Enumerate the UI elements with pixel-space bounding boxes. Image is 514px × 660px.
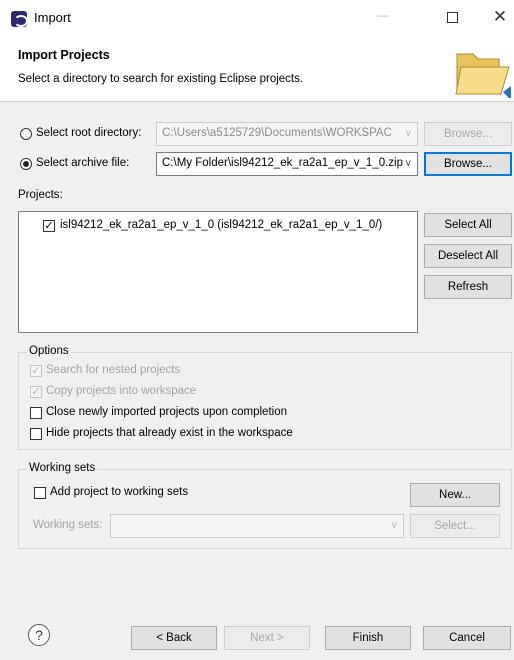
working-sets-combo: ∨ bbox=[110, 514, 404, 538]
wizard-header: Import Projects Select a directory to se… bbox=[0, 36, 514, 102]
root-directory-combo: C:\Users\a5125729\Documents\WORKSPAC ∨ bbox=[156, 122, 418, 146]
root-directory-label: Select root directory: bbox=[36, 127, 142, 139]
chevron-down-icon[interactable]: ∨ bbox=[405, 158, 412, 169]
chevron-down-icon: ∨ bbox=[404, 128, 412, 139]
deselect-all-button[interactable]: Deselect All bbox=[424, 244, 512, 268]
archive-file-radio[interactable] bbox=[20, 158, 32, 170]
folder-icon bbox=[455, 53, 511, 98]
select-all-button[interactable]: Select All bbox=[424, 213, 512, 237]
hide-existing-label: Hide projects that already exist in the … bbox=[46, 427, 293, 439]
search-nested-label: Search for nested projects bbox=[46, 364, 181, 376]
working-sets-legend: Working sets bbox=[27, 462, 98, 474]
archive-file-combo[interactable]: C:\My Folder\isl94212_ek_ra2a1_ep_v_1_0.… bbox=[156, 152, 418, 176]
new-working-set-button[interactable]: New... bbox=[410, 483, 500, 507]
close-imported-label: Close newly imported projects upon compl… bbox=[46, 406, 287, 418]
projects-label: Projects: bbox=[18, 189, 63, 201]
root-directory-value: C:\Users\a5125729\Documents\WORKSPAC bbox=[162, 127, 392, 139]
archive-file-value: C:\My Folder\isl94212_ek_ra2a1_ep_v_1_0.… bbox=[162, 157, 404, 169]
search-nested-checkbox: ✓ bbox=[30, 365, 42, 377]
options-legend: Options bbox=[27, 345, 71, 357]
finish-button[interactable]: Finish bbox=[325, 626, 411, 650]
close-button[interactable]: ✕ bbox=[490, 8, 510, 28]
hide-existing-checkbox[interactable] bbox=[30, 428, 42, 440]
archive-file-label: Select archive file: bbox=[36, 157, 130, 169]
window-title: Import bbox=[34, 10, 71, 25]
title-bar: Import — ✕ bbox=[0, 0, 514, 36]
help-icon[interactable]: ? bbox=[28, 624, 50, 646]
root-browse-button: Browse... bbox=[424, 122, 512, 146]
eclipse-app-icon bbox=[11, 11, 28, 27]
chevron-down-icon: ∨ bbox=[390, 520, 398, 531]
page-title: Import Projects bbox=[18, 48, 110, 62]
projects-list[interactable]: ✓ isl94212_ek_ra2a1_ep_v_1_0 (isl94212_e… bbox=[18, 211, 418, 333]
back-button[interactable]: < Back bbox=[131, 626, 217, 650]
maximize-button[interactable] bbox=[447, 12, 458, 23]
next-button: Next > bbox=[224, 626, 310, 650]
working-sets-field-label: Working sets: bbox=[33, 519, 103, 531]
add-to-working-sets-label: Add project to working sets bbox=[50, 486, 189, 498]
cancel-button[interactable]: Cancel bbox=[423, 626, 511, 650]
root-directory-radio[interactable] bbox=[20, 128, 32, 140]
add-to-working-sets-checkbox[interactable] bbox=[34, 487, 46, 499]
project-checkbox[interactable]: ✓ bbox=[43, 220, 55, 232]
refresh-button[interactable]: Refresh bbox=[424, 275, 512, 299]
project-label: isl94212_ek_ra2a1_ep_v_1_0 (isl94212_ek_… bbox=[60, 219, 383, 231]
close-imported-checkbox[interactable] bbox=[30, 407, 42, 419]
copy-into-workspace-checkbox: ✓ bbox=[30, 386, 42, 398]
copy-into-workspace-label: Copy projects into workspace bbox=[46, 385, 197, 397]
archive-browse-button[interactable]: Browse... bbox=[424, 152, 512, 176]
select-working-sets-button: Select... bbox=[410, 514, 500, 538]
minimize-button[interactable]: — bbox=[368, 8, 398, 28]
page-description: Select a directory to search for existin… bbox=[18, 73, 304, 85]
